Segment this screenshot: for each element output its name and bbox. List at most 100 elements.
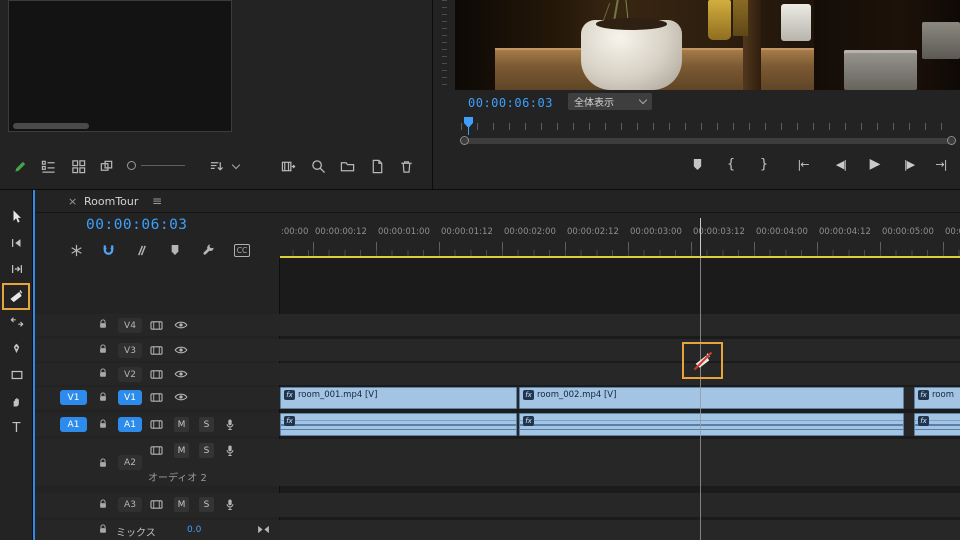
- track-target-v1[interactable]: V1: [118, 390, 142, 405]
- sync-lock-icon[interactable]: [150, 419, 163, 430]
- pen-tool-icon[interactable]: [0, 337, 33, 361]
- source-patch-v1[interactable]: V1: [60, 390, 87, 405]
- lock-icon[interactable]: [98, 523, 108, 535]
- step-back-button[interactable]: ◀|: [829, 152, 853, 176]
- linked-selection-icon[interactable]: [131, 241, 151, 259]
- track-mix-lane: [280, 520, 960, 540]
- play-button[interactable]: ▶: [863, 152, 887, 176]
- nest-sequence-icon[interactable]: [66, 241, 86, 259]
- mute-button-a1[interactable]: M: [174, 417, 189, 432]
- sort-icons-icon[interactable]: [206, 156, 226, 176]
- sort-dropdown-chevron-icon[interactable]: [232, 161, 240, 169]
- selection-tool-icon[interactable]: [0, 204, 33, 228]
- audio-clip-room-001[interactable]: fx: [280, 413, 517, 436]
- lock-icon[interactable]: [98, 318, 108, 330]
- solo-button-a1[interactable]: S: [199, 417, 214, 432]
- track-target-v2[interactable]: V2: [118, 367, 142, 382]
- panel-menu-icon[interactable]: ≡: [152, 194, 162, 208]
- mix-track-label: ミックス: [116, 524, 156, 539]
- closed-captions-button[interactable]: CC: [230, 241, 254, 259]
- playhead-line[interactable]: [700, 258, 701, 540]
- project-bin-area[interactable]: [8, 0, 232, 132]
- fx-badge: fx: [284, 416, 295, 426]
- lock-icon[interactable]: [98, 418, 108, 430]
- mute-button-a3[interactable]: M: [174, 497, 189, 512]
- add-marker-icon[interactable]: [165, 241, 185, 259]
- sync-lock-icon[interactable]: [150, 369, 163, 380]
- program-time-ruler[interactable]: [461, 123, 955, 130]
- trash-icon[interactable]: [396, 156, 416, 176]
- type-tool-icon[interactable]: T: [0, 416, 33, 440]
- track-target-a1[interactable]: A1: [118, 417, 142, 432]
- program-timecode: 00:00:06:03: [468, 96, 553, 110]
- list-view-icon[interactable]: [38, 156, 58, 176]
- tab-roomtour[interactable]: RoomTour: [84, 195, 138, 208]
- zoom-scrollbar-left-handle[interactable]: [460, 136, 469, 145]
- toggle-track-output-eye-icon[interactable]: [174, 345, 188, 355]
- voiceover-mic-icon[interactable]: [225, 444, 235, 457]
- step-forward-button[interactable]: |▶: [897, 152, 921, 176]
- track-select-forward-tool-icon[interactable]: [0, 231, 33, 255]
- zoom-fit-dropdown[interactable]: 全体表示: [568, 93, 652, 110]
- icon-view-icon[interactable]: [68, 156, 88, 176]
- rectangle-tool-icon[interactable]: [0, 363, 33, 387]
- sync-lock-icon[interactable]: [150, 392, 163, 403]
- sync-lock-icon[interactable]: [150, 499, 163, 510]
- toggle-track-output-eye-icon[interactable]: [174, 320, 188, 330]
- lock-icon[interactable]: [98, 498, 108, 510]
- sync-lock-icon[interactable]: [150, 320, 163, 331]
- zoom-slider-handle[interactable]: [127, 161, 136, 170]
- track-target-v3[interactable]: V3: [118, 343, 142, 358]
- track-target-a2[interactable]: A2: [118, 455, 142, 470]
- freeform-view-icon[interactable]: [96, 156, 116, 176]
- pan-keyframe-icon[interactable]: [257, 525, 270, 534]
- timeline-settings-wrench-icon[interactable]: [198, 241, 218, 259]
- lock-icon[interactable]: [98, 457, 108, 469]
- new-item-icon[interactable]: [367, 156, 387, 176]
- project-bin-scrollbar[interactable]: [13, 123, 89, 129]
- solo-button-a2[interactable]: S: [199, 443, 214, 458]
- video-clip-room-001[interactable]: fx room_001.mp4 [V]: [280, 387, 517, 409]
- track-target-v4[interactable]: V4: [118, 318, 142, 333]
- zoom-scrollbar-right-handle[interactable]: [947, 136, 956, 145]
- video-clip-room-003[interactable]: fx room: [914, 387, 960, 409]
- timeline-ruler[interactable]: :00:00 00:00:00:12 00:00:01:00 00:00:01:…: [280, 214, 960, 258]
- video-clip-room-002[interactable]: fx room_002.mp4 [V]: [519, 387, 904, 409]
- automate-to-sequence-icon[interactable]: [278, 156, 298, 176]
- sync-lock-icon[interactable]: [150, 345, 163, 356]
- hand-tool-icon[interactable]: [0, 390, 33, 414]
- audio-clip-room-002[interactable]: fx: [519, 413, 904, 436]
- mark-out-button[interactable]: }: [756, 152, 772, 176]
- toggle-track-output-eye-icon[interactable]: [174, 369, 188, 379]
- lock-icon[interactable]: [98, 391, 108, 403]
- lock-icon[interactable]: [98, 343, 108, 355]
- tab-close-icon[interactable]: ×: [68, 195, 77, 208]
- new-bin-folder-icon[interactable]: [337, 156, 357, 176]
- slip-tool-icon[interactable]: [0, 310, 33, 334]
- go-to-out-button[interactable]: →|: [929, 152, 953, 176]
- timeline-clip-area[interactable]: fx room_001.mp4 [V] fx room_002.mp4 [V] …: [280, 258, 960, 540]
- timeline-panel: × RoomTour ≡ 00:00:06:03 CC :00:00 00:00…: [33, 190, 960, 540]
- ripple-edit-tool-icon[interactable]: [0, 257, 33, 281]
- track-name-audio2[interactable]: オーディオ 2: [148, 469, 207, 484]
- voiceover-mic-icon[interactable]: [225, 498, 235, 511]
- audio-clip-room-003[interactable]: fx: [914, 413, 960, 436]
- mix-volume-value[interactable]: 0.0: [187, 525, 201, 535]
- track-target-a3[interactable]: A3: [118, 497, 142, 512]
- zoom-slider-track[interactable]: [141, 165, 185, 166]
- mark-in-button[interactable]: {: [723, 152, 739, 176]
- go-to-in-button[interactable]: |←: [791, 152, 815, 176]
- snap-magnet-icon[interactable]: [98, 241, 118, 259]
- lock-icon[interactable]: [98, 367, 108, 379]
- mute-button-a2[interactable]: M: [174, 443, 189, 458]
- toggle-track-output-eye-icon[interactable]: [174, 392, 188, 402]
- playhead-ruler-line[interactable]: [700, 218, 701, 258]
- solo-button-a3[interactable]: S: [199, 497, 214, 512]
- find-icon[interactable]: [308, 156, 328, 176]
- ruler-label: 00:00:03:00: [630, 227, 682, 237]
- program-zoom-scrollbar[interactable]: [461, 138, 955, 144]
- add-marker-button[interactable]: [687, 152, 707, 176]
- voiceover-mic-icon[interactable]: [225, 418, 235, 431]
- sync-lock-icon[interactable]: [150, 445, 163, 456]
- source-patch-a1[interactable]: A1: [60, 417, 87, 432]
